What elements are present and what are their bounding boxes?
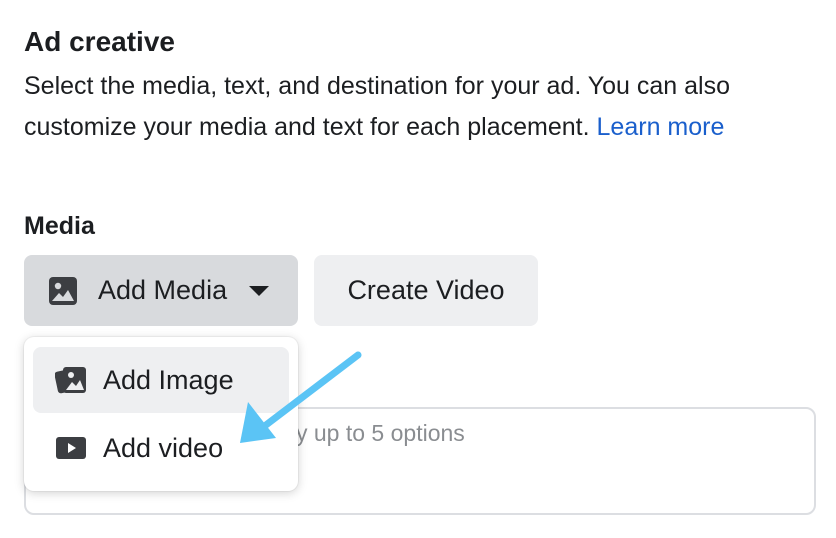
- video-play-icon: [55, 433, 87, 463]
- description-line-2-text: customize your media and text for each p…: [24, 113, 590, 141]
- add-media-button[interactable]: Add Media: [24, 255, 298, 326]
- add-media-dropdown: Add Image Add video: [24, 337, 298, 491]
- menu-item-add-video[interactable]: Add video: [33, 415, 289, 481]
- add-media-label: Add Media: [98, 275, 228, 305]
- description-line-2: customize your media and text for each p…: [24, 107, 824, 148]
- menu-item-add-image[interactable]: Add Image: [33, 347, 289, 413]
- menu-item-label: Add Image: [103, 364, 234, 395]
- chevron-down-icon: [249, 285, 270, 296]
- menu-item-label: Add video: [103, 432, 224, 463]
- image-icon: [48, 276, 78, 306]
- learn-more-link[interactable]: Learn more: [597, 113, 725, 141]
- section-description: Select the media, text, and destination …: [24, 66, 824, 148]
- description-line-1: Select the media, text, and destination …: [24, 72, 731, 100]
- create-video-button[interactable]: Create Video: [314, 255, 538, 326]
- media-label: Media: [24, 212, 95, 240]
- images-icon: [55, 365, 87, 395]
- section-title: Ad creative: [24, 26, 175, 57]
- primary-text-placeholder: y up to 5 options: [296, 420, 465, 446]
